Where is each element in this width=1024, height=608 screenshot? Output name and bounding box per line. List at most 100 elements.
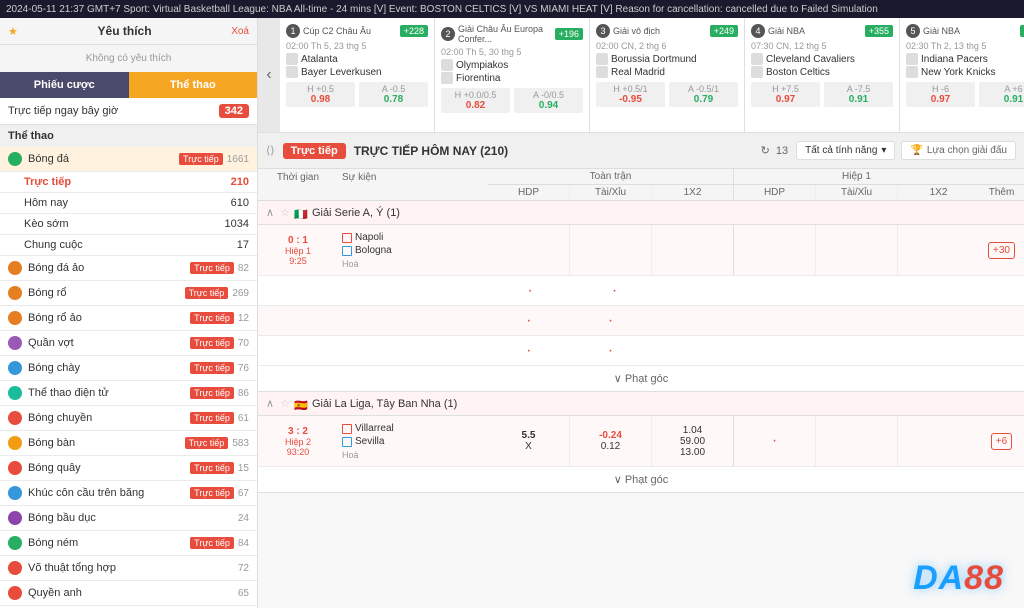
match2-team1: Villarreal [342,422,484,435]
card2-hdp-h[interactable]: H +0.0/0.5 0.82 [441,88,510,113]
bongbauduc-icon [8,511,22,525]
card5-team2: New York Knicks [906,66,1024,78]
th-hiep1: Hiệp 1 [734,169,979,184]
match2-hdp2[interactable]: · [734,416,816,466]
refresh-icon[interactable]: ↻ [761,144,770,157]
sidebar-sub-keosom[interactable]: Kèo sớm 1034 [0,214,257,235]
match2-tx1-bot: 0.12 [601,441,620,452]
khucconbang-count: 67 [238,488,249,499]
th-event: Sự kiện [338,169,488,200]
match2-dot1: · [772,432,777,450]
sidebar-item-bongnem[interactable]: Bóng ném Trực tiếp 84 [0,531,257,556]
card2-header: 2 Giải Châu Âu Europa Confer... +196 [441,24,583,44]
bongda-icon [8,152,22,166]
match1-tx1[interactable] [570,225,652,275]
sidebar-tabs: Phiếu cược Thể thao [0,72,257,98]
sidebar-sub-homnay[interactable]: Hôm nay 610 [0,193,257,214]
sidebar-item-quyenanh[interactable]: Quyền anh 65 [0,581,257,606]
match1-1x2-1[interactable] [652,225,734,275]
clear-favorites-button[interactable]: Xoá [231,26,249,37]
card5-a-val: 0.91 [982,94,1024,105]
card3-hdp-a[interactable]: A -0.5/1 0.79 [669,82,738,107]
card2-hdp-a[interactable]: A -0/0.5 0.94 [514,88,583,113]
match2-1x2-bot: 13.00 [680,447,705,458]
knicks-name: New York Knicks [921,67,995,78]
sidebar-item-votuattonghop[interactable]: Võ thuật tổng hợp 72 [0,556,257,581]
match2-tx2[interactable] [816,416,898,466]
seriea-chevron-icon[interactable]: ∧ [266,206,274,219]
card4-hdp-a[interactable]: A -7.5 0.91 [824,82,893,107]
sidebar-item-bongchay[interactable]: Bóng chày Trực tiếp 76 [0,356,257,381]
sidebar-item-bongda[interactable]: Bóng đá Trực tiếp 1661 [0,147,257,172]
match1-more-tag[interactable]: +30 [988,242,1015,259]
match2-score: 3 : 2 Hiệp 2 93:20 [258,416,338,466]
match2-1x2-2[interactable] [898,416,979,466]
match2-1x2-1[interactable]: 1.04 59.00 13.00 [652,416,734,466]
quanvot-label: Quần vợt [28,337,190,349]
cavaliers-logo [751,53,763,65]
seriea-phat-goc-btn[interactable]: ∨ Phạt góc [258,366,1024,392]
match2-tx1[interactable]: -0.24 0.12 [570,416,652,466]
match1-tx2[interactable] [816,225,898,275]
bongro-icon [8,286,22,300]
tab-coupon[interactable]: Phiếu cược [0,72,129,98]
napoli-sq-icon [342,233,352,243]
laliga-chevron-icon[interactable]: ∧ [266,397,274,410]
card3-teams: Borussia Dortmund Real Madrid [596,53,738,78]
bongdaao-count: 82 [238,263,249,274]
card5-teams: Indiana Pacers New York Knicks [906,53,1024,78]
odds-nav-left[interactable]: ‹ [258,18,280,132]
sidebar-item-bongdaao[interactable]: Bóng đá ảo Trực tiếp 82 [0,256,257,281]
card3-h-val: -0.95 [599,94,662,105]
sidebar-sub-tructiep[interactable]: Trực tiếp 210 [0,172,257,193]
card5-hdp-a[interactable]: A +6 0.91 [979,82,1024,107]
filter-dropdown[interactable]: Tất cả tính năng ▾ [796,141,895,160]
card1-hdp-a[interactable]: A -0.5 0.78 [359,82,428,107]
match2-more[interactable]: +6 [979,416,1024,466]
league-select-dropdown[interactable]: 🏆 Lựa chọn giải đấu [901,141,1016,160]
card3-team2: Real Madrid [596,66,738,78]
sidebar-item-bongbauduc[interactable]: Bóng bầu dục 24 [0,506,257,531]
card1-odds: H +0.5 0.98 A -0.5 0.78 [286,82,428,107]
quyenanh-count: 65 [238,588,249,599]
card1-team1: Atalanta [286,53,428,65]
tab-sports[interactable]: Thể thao [129,72,258,98]
seriea-star-icon[interactable]: ☆ [280,206,290,219]
bongnem-count: 84 [238,538,249,549]
dot2: · [572,280,656,302]
card3-hdp-h[interactable]: H +0.5/1 -0.95 [596,82,665,107]
card4-team2: Boston Celtics [751,66,893,78]
card4-a-val: 0.91 [827,94,890,105]
sidebar-item-quanvot[interactable]: Quần vợt Trực tiếp 70 [0,331,257,356]
votuattonghop-count: 72 [238,563,249,574]
match1-hdp2[interactable] [734,225,816,275]
card5-hdp-h[interactable]: H -6 0.97 [906,82,975,107]
card3-league: Giải vô địch [613,26,707,36]
match1-more[interactable]: +30 [979,225,1024,275]
sidebar-sub-chungcuoc[interactable]: Chung cuộc 17 [0,235,257,256]
sidebar-item-khucconbang[interactable]: Khúc côn cầu trên băng Trực tiếp 67 [0,481,257,506]
match1-1x2-2[interactable] [898,225,979,275]
bongda-label: Bóng đá [28,153,179,165]
esports-live-tag: Trực tiếp [190,387,234,399]
sidebar-item-bongban[interactable]: Bóng bàn Trực tiếp 583 [0,431,257,456]
match1-hdp1[interactable] [488,225,570,275]
laliga-phat-goc-btn[interactable]: ∨ Phạt góc [258,467,1024,493]
sidebar-item-bongchuyen[interactable]: Bóng chuyền Trực tiếp 61 [0,406,257,431]
table-row: 0 : 1 Hiệp 1 9:25 Napoli Bologna Hoà [258,225,1024,276]
card1-hdp-h[interactable]: H +0.5 0.98 [286,82,355,107]
sidebar-favorites-header: ★ Yêu thích Xoá [0,18,257,45]
card4-hdp-h[interactable]: H +7.5 0.97 [751,82,820,107]
laliga-star-icon[interactable]: ☆ [280,397,290,410]
match2-more-tag[interactable]: +6 [991,433,1012,450]
empty-odds3: · · [488,336,1024,365]
sidebar-item-bongro[interactable]: Bóng rổ Trực tiếp 269 [0,281,257,306]
odds-card-4: 4 Giải NBA +355 07:30 CN, 12 thg 5 Cleve… [745,18,900,132]
sidebar-item-esports[interactable]: Thể thao điện tử Trực tiếp 86 [0,381,257,406]
match2-hdp1[interactable]: 5.5 X [488,416,570,466]
khucconbang-icon [8,486,22,500]
sidebar-item-bongroao[interactable]: Bóng rổ ảo Trực tiếp 12 [0,306,257,331]
sidebar-item-bongquy[interactable]: Bóng quây Trực tiếp 15 [0,456,257,481]
live-expand-icon[interactable]: ⟨⟩ [266,144,275,157]
live-badge: Trực tiếp [283,143,346,159]
